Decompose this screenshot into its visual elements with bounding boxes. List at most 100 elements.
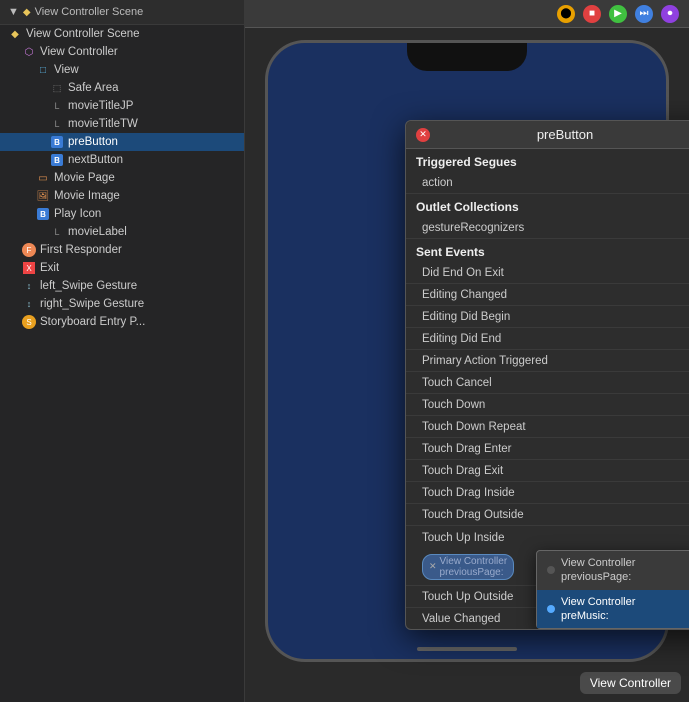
tree-label-rightSwipe: right_Swipe Gesture [40, 298, 144, 310]
row-touch-drag-outside[interactable]: Touch Drag Outside [406, 504, 689, 526]
sidebar-item-rightSwipe[interactable]: ↕ right_Swipe Gesture [0, 295, 244, 313]
tree-label-movieTitleJP: movieTitleJP [68, 100, 133, 112]
tree-icon-rightSwipe: ↕ [22, 297, 36, 311]
section-sent-events: Sent Events [406, 239, 689, 262]
sidebar-title: View Controller Scene [35, 6, 144, 18]
tree-icon-moviePage: ▭ [36, 171, 50, 185]
row-touch-drag-enter[interactable]: Touch Drag Enter [406, 438, 689, 460]
tree-icon-scene: ◆ [8, 27, 22, 41]
sidebar-item-movieTitleJP[interactable]: LmovieTitleJP [0, 97, 244, 115]
sidebar-item-preButton[interactable]: BpreButton [0, 133, 244, 151]
sidebar-item-leftSwipe[interactable]: ↕ left_Swipe Gesture [0, 277, 244, 295]
row-touch-down[interactable]: Touch Down [406, 394, 689, 416]
tree-icon-exit: X [22, 261, 36, 275]
dropdown-item-premusic[interactable]: View ControllerpreMusic: [537, 590, 689, 629]
row-primary-action[interactable]: Primary Action Triggered [406, 350, 689, 372]
sidebar-item-vc[interactable]: ⬡View Controller [0, 43, 244, 61]
row-touch-cancel-label: Touch Cancel [422, 377, 492, 389]
row-editing-did-end-label: Editing Did End [422, 333, 501, 345]
row-gesture-recognizers[interactable]: gestureRecognizers [406, 217, 689, 239]
sidebar-item-nextButton[interactable]: BnextButton [0, 151, 244, 169]
row-action[interactable]: action [406, 172, 689, 194]
popup-body[interactable]: Triggered Segues Hide action Outlet Coll… [406, 149, 689, 629]
row-editing-did-begin[interactable]: Editing Did Begin [406, 306, 689, 328]
canvas-area: ⬤ ■ ▶ ⏭ ⏺ ⏭ View Controller ✕ preButton [245, 0, 689, 702]
row-touch-down-repeat[interactable]: Touch Down Repeat [406, 416, 689, 438]
sidebar-item-playIcon[interactable]: BPlay Icon [0, 205, 244, 223]
row-gesture-recognizers-label: gestureRecognizers [422, 222, 524, 234]
row-touch-drag-exit[interactable]: Touch Drag Exit [406, 460, 689, 482]
connection-x-btn-1[interactable]: ✕ [429, 561, 437, 572]
row-touch-cancel[interactable]: Touch Cancel [406, 372, 689, 394]
tree-label-nextButton: nextButton [68, 154, 123, 166]
tree-label-view: View [54, 64, 79, 76]
tree-icon-storyboard: S [22, 315, 36, 329]
tree-label-moviePage: Movie Page [54, 172, 115, 184]
tree-label-movieTitleTW: movieTitleTW [68, 118, 138, 130]
sidebar-item-scene[interactable]: ◆ View Controller Scene [0, 25, 244, 43]
popup-close-button[interactable]: ✕ [416, 128, 430, 142]
sidebar-item-movieLabel[interactable]: LmovieLabel [0, 223, 244, 241]
tree-icon-movieImage: 🖼 [36, 189, 50, 203]
scene-disclosure[interactable]: ▼ [8, 6, 19, 18]
row-touch-down-label: Touch Down [422, 399, 485, 411]
tree-label-firstResponder: First Responder [40, 244, 122, 256]
row-editing-did-end[interactable]: Editing Did End [406, 328, 689, 350]
tree-label-vc: View Controller [40, 46, 118, 58]
tree-label-preButton: preButton [68, 136, 118, 148]
dropdown-menu[interactable]: View ControllerpreviousPage: View Contro… [536, 550, 689, 629]
section-outlet-collections: Outlet Collections [406, 194, 689, 217]
dropdown-dot-2 [547, 605, 555, 613]
popup-dialog: ✕ preButton Triggered Segues Hide action [405, 120, 689, 630]
sidebar-item-movieTitleTW[interactable]: LmovieTitleTW [0, 115, 244, 133]
row-editing-did-begin-label: Editing Did Begin [422, 311, 510, 323]
row-value-changed-label: Value Changed [422, 613, 500, 625]
tree-label-scene: View Controller Scene [26, 28, 140, 40]
section-sent-events-label: Sent Events [416, 245, 485, 259]
row-action-label: action [422, 177, 453, 189]
toolbar-btn-step[interactable]: ⏭ [635, 5, 653, 23]
tree-icon-firstResponder: F [22, 243, 36, 257]
row-primary-action-label: Primary Action Triggered [422, 355, 548, 367]
tree-icon-preButton: B [50, 135, 64, 149]
sidebar-item-moviePage[interactable]: ▭ Movie Page [0, 169, 244, 187]
row-did-end-on-exit-label: Did End On Exit [422, 267, 504, 279]
tree-label-storyboard: Storyboard Entry P... [40, 316, 145, 328]
row-touch-up-outside-label: Touch Up Outside [422, 591, 513, 603]
tree-icon-leftSwipe: ↕ [22, 279, 36, 293]
sidebar-item-firstResponder[interactable]: F First Responder [0, 241, 244, 259]
row-editing-changed[interactable]: Editing Changed [406, 284, 689, 306]
sidebar-item-movieImage[interactable]: 🖼 Movie Image [0, 187, 244, 205]
phone-home-indicator [417, 647, 517, 651]
toolbar-btn-orange[interactable]: ⬤ [557, 5, 575, 23]
tree-label-leftSwipe: left_Swipe Gesture [40, 280, 137, 292]
section-triggered-segues: Triggered Segues Hide [406, 149, 689, 172]
connection-previouspage-label: View ControllerpreviousPage: [440, 556, 508, 578]
toolbar-btn-play[interactable]: ▶ [609, 5, 627, 23]
tree-label-movieImage: Movie Image [54, 190, 120, 202]
tree-icon-view: □ [36, 63, 50, 77]
sidebar: ▼ ◆ View Controller Scene ◆ View Controll… [0, 0, 245, 702]
toolbar-btn-red[interactable]: ■ [583, 5, 601, 23]
dropdown-item-premusic-label: View ControllerpreMusic: [561, 595, 635, 624]
dropdown-item-previouspage-label: View ControllerpreviousPage: [561, 556, 635, 585]
scene-icon: ◆ [23, 7, 31, 18]
row-touch-drag-inside[interactable]: Touch Drag Inside [406, 482, 689, 504]
row-touch-up-inside[interactable]: Touch Up Inside ✕ View Controllerpreviou… [406, 526, 689, 586]
sidebar-item-exit[interactable]: XExit [0, 259, 244, 277]
tree-icon-movieTitleJP: L [50, 99, 64, 113]
row-did-end-on-exit[interactable]: Did End On Exit [406, 262, 689, 284]
tree-label-playIcon: Play Icon [54, 208, 101, 220]
dropdown-item-previouspage[interactable]: View ControllerpreviousPage: [537, 551, 689, 590]
row-touch-drag-exit-label: Touch Drag Exit [422, 465, 503, 477]
popup-overlay: ✕ preButton Triggered Segues Hide action [405, 120, 689, 630]
tree-icon-movieLabel: L [50, 225, 64, 239]
sidebar-item-storyboard[interactable]: S Storyboard Entry P... [0, 313, 244, 331]
popup-title-bar: ✕ preButton [406, 121, 689, 149]
row-touch-drag-enter-label: Touch Drag Enter [422, 443, 512, 455]
sidebar-item-safe[interactable]: ⬚Safe Area [0, 79, 244, 97]
section-outlet-collections-label: Outlet Collections [416, 200, 519, 214]
sidebar-item-view[interactable]: □ View [0, 61, 244, 79]
toolbar-btn-record[interactable]: ⏺ [661, 5, 679, 23]
connection-previouspage[interactable]: ✕ View ControllerpreviousPage: [422, 554, 514, 580]
